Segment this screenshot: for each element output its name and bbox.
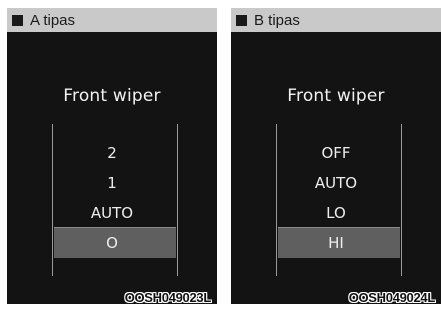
panel-b-screen-title: Front wiper <box>287 86 385 106</box>
panel-b-header-label: B tipas <box>254 11 300 29</box>
panel-b-option-lo: LO <box>326 204 346 222</box>
figure: A tipas Front wiper 2 1 AUTO O OOSH04902… <box>0 0 441 311</box>
panel-a-option-2: 2 <box>107 144 117 162</box>
panel-a-header: A tipas <box>7 8 217 32</box>
panel-a-option-auto: AUTO <box>90 204 134 222</box>
panel-b-cluster-screen: Front wiper OFF AUTO LO HI <box>231 32 441 304</box>
panel-b: B tipas Front wiper OFF AUTO LO HI OOSH0… <box>231 8 441 304</box>
black-square-icon <box>12 14 23 26</box>
panel-a-cluster-screen: Front wiper 2 1 AUTO O <box>7 32 217 304</box>
panel-b-option-off: OFF <box>321 144 351 162</box>
panel-a-screen-title: Front wiper <box>63 86 161 106</box>
panel-a-option-1: 1 <box>107 174 117 192</box>
panel-a-selected-option: O <box>106 234 118 252</box>
panel-a-header-label: A tipas <box>30 11 76 29</box>
panel-b-selected-option: HI <box>328 234 344 252</box>
black-square-icon <box>236 14 247 26</box>
panel-a-figure-code: OOSH049023L <box>124 290 212 305</box>
panel-b-option-auto: AUTO <box>314 174 358 192</box>
panel-b-header: B tipas <box>231 8 441 32</box>
panel-b-figure-code: OOSH049024L <box>348 290 436 305</box>
panel-a: A tipas Front wiper 2 1 AUTO O OOSH04902… <box>7 8 217 304</box>
